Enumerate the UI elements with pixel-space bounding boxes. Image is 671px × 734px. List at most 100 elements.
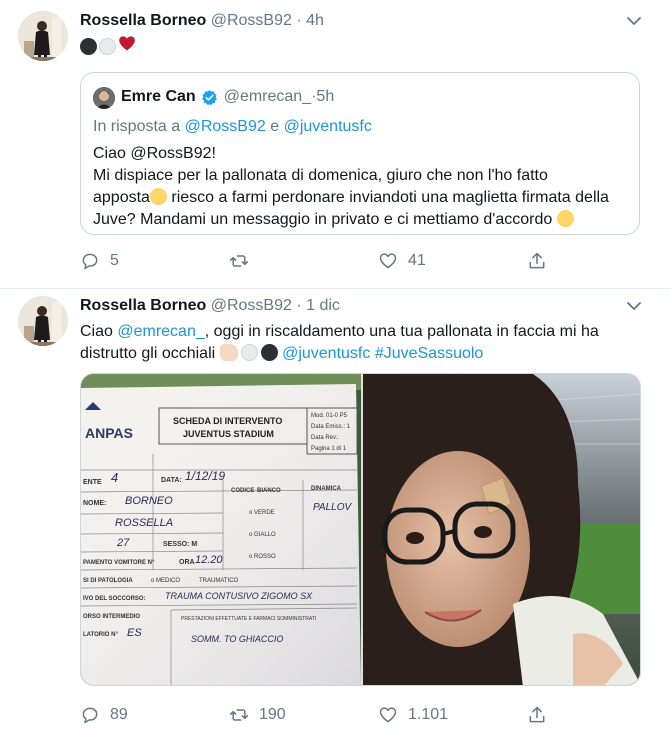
form-pagina: Pagina 1 di 1: [311, 446, 347, 452]
avatar[interactable]: [18, 11, 68, 61]
black-circle-icon: [80, 37, 97, 55]
quoted-line: Mi dispiace per la pallonata di domenica…: [93, 167, 548, 184]
share-button[interactable]: [527, 251, 547, 271]
form-codice-giallo: o GIALLO: [249, 532, 276, 538]
retweet-button[interactable]: 190: [229, 705, 286, 725]
quoted-avatar: [93, 87, 115, 109]
quoted-handle: @emrecan_: [223, 88, 312, 105]
tweet-text: Ciao @emrecan_, oggi in riscaldamento un…: [80, 321, 650, 365]
form-latorio-value: ES: [127, 627, 142, 639]
form-latorio-label: LATORIO N°: [83, 632, 118, 638]
like-button[interactable]: 41: [378, 251, 426, 271]
form-data-rev: Data Rev.:: [311, 435, 339, 441]
mention-link[interactable]: @juventusfc: [282, 345, 370, 362]
share-button[interactable]: [527, 705, 547, 725]
timestamp[interactable]: 4h: [306, 12, 324, 29]
hashtag-link[interactable]: #JuveSassuolo: [375, 345, 484, 362]
retweet-count: 190: [259, 706, 286, 723]
reply-button[interactable]: 5: [80, 251, 119, 271]
retweet-icon: [229, 709, 249, 721]
black-circle-icon: [260, 344, 278, 361]
mention-link[interactable]: @emrecan_: [117, 323, 204, 340]
separator: ·: [291, 12, 307, 29]
form-medico: o MEDICO: [151, 578, 180, 584]
form-prestazioni: PRESTAZIONI EFFETTUATE E FARMACI SOMMINI…: [181, 616, 316, 622]
emoji-line: [80, 36, 136, 56]
quoted-header: Emre Can @emrecan_ · 5h: [121, 88, 334, 106]
author-name[interactable]: Rossella Borneo: [80, 12, 206, 29]
retweet-icon: [229, 255, 249, 267]
author-handle[interactable]: @RossB92: [211, 297, 292, 314]
quoted-text: Ciao @RossB92! Mi dispiace per la pallon…: [93, 143, 633, 231]
verified-badge-icon: [201, 89, 217, 105]
quoted-author-name: Emre Can: [121, 88, 196, 105]
chevron-down-icon[interactable]: [625, 297, 643, 315]
form-nome-value: BORNEO: [125, 495, 173, 507]
sweat-smile-icon: [149, 188, 167, 205]
grinning-face-icon: [556, 210, 574, 227]
form-data-emiss: Data Emiss.: 1: [311, 424, 351, 430]
form-vomitorio-label: PAMENTO VOMITORE N°: [83, 560, 155, 566]
form-intermedio-label: ORSO INTERMEDIO: [83, 614, 140, 620]
reply-count: 89: [110, 706, 128, 723]
form-data-value: 1/12/19: [185, 469, 225, 483]
reply-mention[interactable]: @juventusfc: [284, 118, 372, 135]
quoted-tweet[interactable]: Emre Can @emrecan_ · 5h In risposta a @R…: [80, 72, 640, 235]
tweet-header: Rossella Borneo @RossB92 · 4h: [80, 12, 324, 30]
quoted-line: apposta riesco a farmi perdonare inviand…: [93, 187, 633, 209]
media-grid: ANPAS SCHEDA DI INTERVENTO JUVENTUS STAD…: [80, 373, 641, 686]
white-circle-icon: [240, 344, 258, 361]
form-brand: ANPAS: [85, 425, 133, 441]
form-prestazioni-value: SOMM. TO GHIACCIO: [191, 634, 283, 644]
avatar[interactable]: [18, 296, 68, 346]
heart-icon: [379, 253, 397, 269]
reply-conj: e: [265, 118, 284, 135]
like-count: 1.101: [408, 706, 449, 723]
form-eta-value: 27: [116, 537, 130, 549]
form-title-2: JUVENTUS STADIUM: [183, 429, 274, 439]
clapping-hands-icon: [219, 344, 238, 361]
form-codice-label: CODICE: [231, 488, 254, 494]
timestamp[interactable]: 1 dic: [306, 297, 340, 314]
form-nome-label: NOME:: [83, 500, 106, 507]
red-heart-icon: [118, 35, 136, 57]
reply-prefix: In risposta a: [93, 118, 185, 135]
quoted-line-part: apposta: [93, 189, 150, 206]
reply-icon: [82, 253, 98, 270]
form-data-label: DATA:: [161, 477, 182, 484]
form-num-label: ENTE: [83, 479, 102, 486]
like-button[interactable]: 1.101: [378, 705, 448, 725]
heart-icon: [379, 707, 397, 723]
reply-mention[interactable]: @RossB92: [185, 118, 266, 135]
form-num-value: 4: [111, 470, 118, 485]
form-codice-verde: o VERDE: [249, 510, 275, 516]
quoted-line: Juve? Mandami un messaggio in privato e …: [93, 209, 633, 231]
form-ora-label: ORA: [179, 559, 195, 566]
media-photo-selfie[interactable]: [363, 374, 640, 685]
form-codice-rosso: o ROSSO: [249, 554, 276, 560]
media-photo-form[interactable]: ANPAS SCHEDA DI INTERVENTO JUVENTUS STAD…: [81, 374, 361, 685]
like-count: 41: [408, 252, 426, 269]
reply-button[interactable]: 89: [80, 705, 128, 725]
author-handle[interactable]: @RossB92: [211, 12, 292, 29]
reply-count: 5: [110, 252, 119, 269]
tweet-actions: 5 41: [80, 251, 560, 275]
chevron-down-icon[interactable]: [625, 12, 643, 30]
form-soccorso-label: IVO DEL SOCCORSO:: [83, 596, 146, 602]
tweet-line: Ciao @emrecan_, oggi in riscaldamento un…: [80, 321, 650, 343]
tweet-header: Rossella Borneo @RossB92 · 1 dic: [80, 297, 340, 315]
form-soccorso-value: TRAUMA CONTUSIVO ZIGOMO SX: [165, 591, 313, 601]
tweet-actions: 89 190 1.101: [80, 705, 560, 729]
tweet-text-part: , oggi in riscaldamento una tua pallonat…: [204, 323, 599, 340]
tweet-text-part: distrutto gli occhiali: [80, 345, 220, 362]
form-patologia-label: SI DI PATOLOGIA: [83, 578, 133, 584]
author-name[interactable]: Rossella Borneo: [80, 297, 206, 314]
retweet-button[interactable]: [229, 251, 259, 271]
form-codice-bianco: BIANCO: [257, 488, 281, 494]
tweet-2[interactable]: Rossella Borneo @RossB92 · 1 dic Ciao @e…: [0, 289, 671, 734]
form-sesso-label: SESSO: M: [163, 541, 197, 548]
form-traumatico: TRAUMATICO: [199, 578, 239, 584]
form-ora-value: 12.20: [195, 554, 223, 566]
tweet-1[interactable]: Rossella Borneo @RossB92 · 4h Emre Can @…: [0, 0, 671, 289]
reply-context: In risposta a @RossB92 e @juventusfc: [93, 118, 372, 136]
